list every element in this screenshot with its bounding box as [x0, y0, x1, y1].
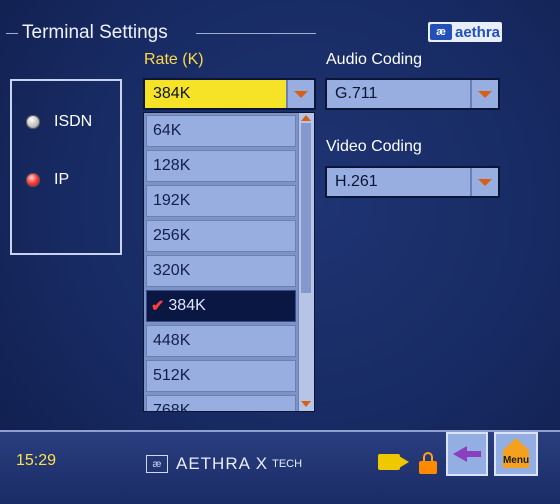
brand-footer: æ AETHRA X TECH: [146, 454, 302, 474]
rate-option[interactable]: 64K: [146, 115, 296, 147]
rate-option-label: 768K: [153, 402, 191, 412]
terminal-settings-screen: Terminal Settings æ aethra ISDN IP Rate …: [0, 0, 560, 504]
rate-option-label: 512K: [153, 367, 191, 384]
chevron-down-icon: [294, 90, 308, 98]
rate-option[interactable]: 512K: [146, 360, 296, 392]
rate-option-label: 128K: [153, 157, 191, 174]
camera-icon: [378, 450, 412, 474]
title-divider-right: [196, 33, 316, 34]
ip-radio-icon[interactable]: [26, 173, 40, 187]
back-arrow-icon: [453, 446, 467, 462]
isdn-radio-icon[interactable]: [26, 115, 40, 129]
audio-dropdown-button[interactable]: [470, 80, 498, 108]
video-coding-value: H.261: [335, 173, 378, 190]
ip-label: IP: [54, 171, 70, 188]
rate-dropdown-list[interactable]: 64K 128K 192K 256K 320K ✔ 384K 448K 512K…: [143, 112, 315, 412]
rate-option-label: 320K: [153, 262, 191, 279]
rate-select-value: 384K: [153, 85, 191, 102]
radio-option-ip[interactable]: IP: [26, 171, 69, 189]
rate-option[interactable]: 448K: [146, 325, 296, 357]
back-arrow-tail: [467, 451, 481, 457]
menu-button[interactable]: Menu: [494, 432, 538, 476]
aethra-logo-mark: æ: [430, 24, 452, 40]
radio-option-isdn[interactable]: ISDN: [26, 113, 92, 131]
brand-text: AETHRA X: [176, 454, 269, 473]
menu-button-label: Menu: [502, 455, 530, 466]
audio-coding-value: G.711: [335, 85, 378, 102]
rate-option-label: 448K: [153, 332, 191, 349]
isdn-label: ISDN: [54, 113, 93, 130]
audio-coding-select[interactable]: G.711: [325, 78, 500, 110]
video-coding-select[interactable]: H.261: [325, 166, 500, 198]
brand-mark: æ: [146, 455, 168, 473]
network-type-panel: ISDN IP: [10, 79, 122, 255]
dropdown-scrollbar[interactable]: [298, 113, 314, 411]
back-button[interactable]: [446, 432, 488, 476]
rate-select[interactable]: 384K: [143, 78, 316, 110]
brand-sub: TECH: [272, 458, 303, 470]
rate-option[interactable]: 128K: [146, 150, 296, 182]
title-divider-left: [6, 33, 18, 34]
checkmark-icon: ✔: [151, 298, 165, 315]
unlock-icon: [418, 452, 438, 474]
rate-option[interactable]: 320K: [146, 255, 296, 287]
chevron-down-icon: [478, 178, 492, 186]
chevron-down-icon: [478, 90, 492, 98]
video-dropdown-button[interactable]: [470, 168, 498, 196]
clock: 15:29: [16, 452, 57, 469]
home-menu-icon: [503, 438, 529, 450]
video-coding-label: Video Coding: [326, 138, 422, 155]
rate-option-label: 192K: [153, 192, 191, 209]
scroll-down-icon[interactable]: [301, 401, 311, 407]
aethra-logo: æ aethra: [428, 22, 502, 42]
scrollbar-thumb[interactable]: [301, 123, 311, 293]
rate-option[interactable]: 192K: [146, 185, 296, 217]
rate-option-label: 384K: [168, 297, 206, 314]
rate-option[interactable]: 768K: [146, 395, 296, 412]
rate-dropdown-button[interactable]: [286, 80, 314, 108]
rate-option-selected[interactable]: ✔ 384K: [146, 290, 296, 322]
rate-option[interactable]: 256K: [146, 220, 296, 252]
rate-label: Rate (K): [144, 51, 204, 68]
scroll-up-icon[interactable]: [301, 115, 311, 121]
audio-coding-label: Audio Coding: [326, 51, 423, 68]
aethra-logo-text: aethra: [455, 23, 501, 41]
rate-option-label: 256K: [153, 227, 191, 244]
page-title: Terminal Settings: [22, 22, 168, 43]
rate-option-label: 64K: [153, 122, 182, 139]
